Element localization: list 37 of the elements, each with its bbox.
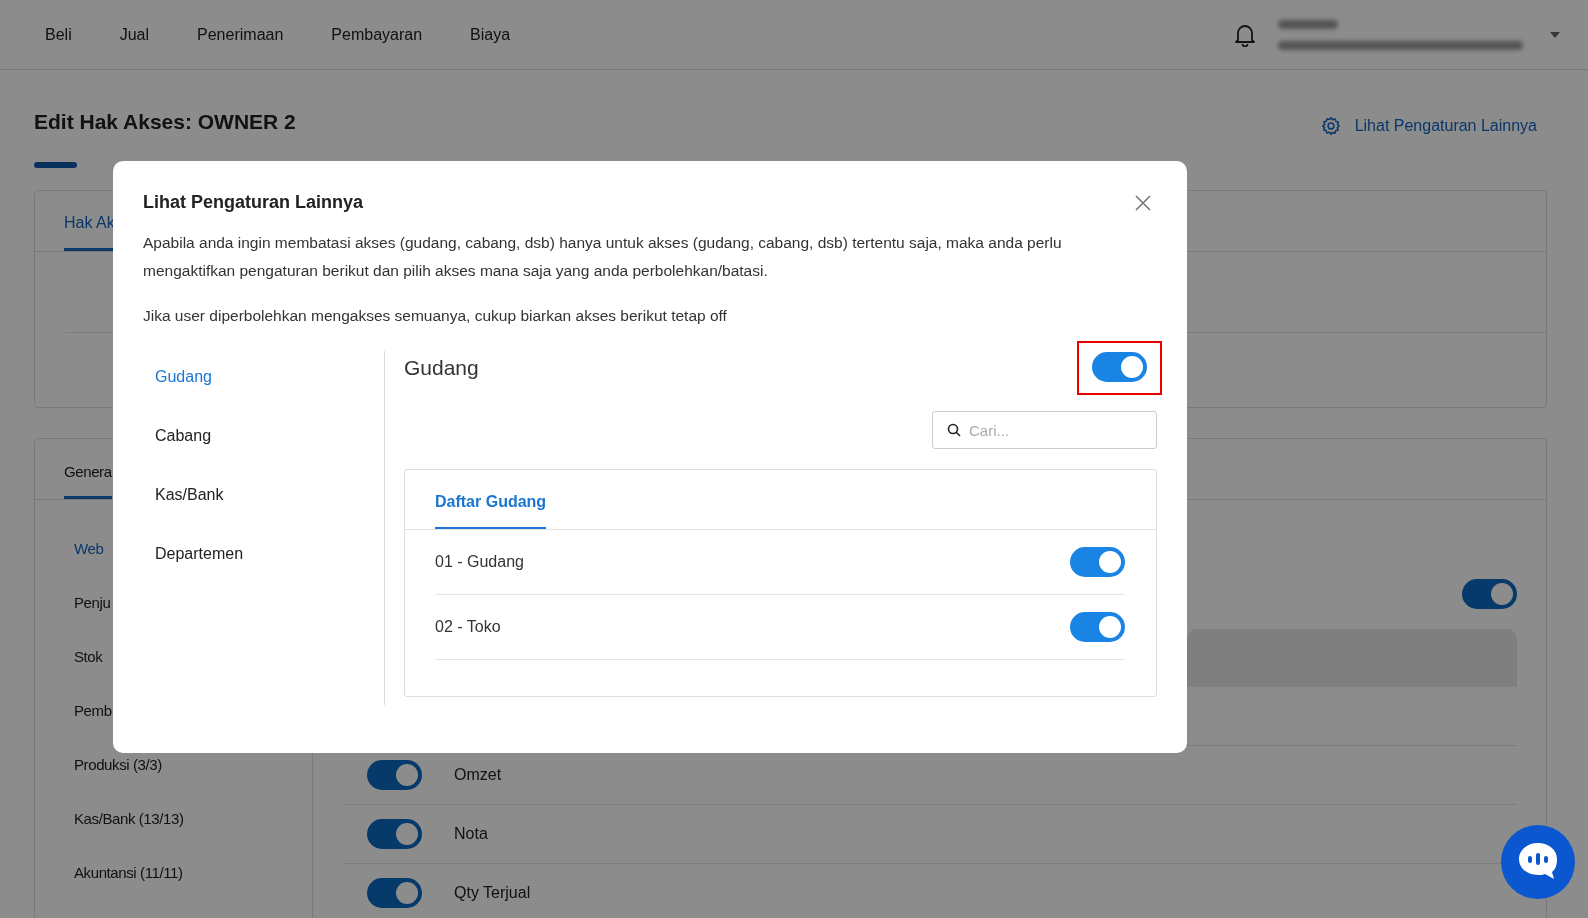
sidebar-item[interactable]: Kas/Bank (13/13) [74,808,312,830]
menu-item[interactable]: Kas/Bank [155,484,384,506]
permission-label: Qty Terjual [454,884,531,902]
toggle-switch[interactable] [367,760,422,790]
dialog-title: Lihat Pengaturan Lainnya [143,192,364,213]
sidebar-item[interactable]: Produksi (3/3) [74,754,312,776]
nav-link[interactable]: Biaya [470,25,511,44]
close-icon[interactable] [1133,192,1153,213]
dialog-description: Apabila anda ingin membatasi akses (gudang, cabang, dsb) hanya untuk akses (gudang, cabang, dsb) tertentu saja, maka anda perlu mengaktifkan pengaturan berikut dan pilih akses mana saja yang anda perbolehkan/batasi. [143,233,1063,281]
menu-item[interactable]: Cabang [155,425,384,447]
gear-icon [1320,116,1341,136]
bell-icon[interactable] [1234,22,1256,47]
dialog-note: Jika user diperbolehkan mengakses semuanya, cukup biarkan akses berikut tetap off [143,306,728,326]
toggle-switch[interactable] [1462,579,1517,609]
permission-label: Omzet [454,766,502,784]
search-field[interactable]: Cari... [932,411,1157,449]
search-icon [947,423,961,437]
toggle-switch[interactable] [1070,612,1125,642]
tab[interactable]: Daftar Gudang [435,493,547,529]
nav-link[interactable]: Jual [119,25,150,44]
warehouse-name: 01 - Gudang [435,553,524,571]
sidebar-item[interactable]: Akuntansi (11/11) [74,862,312,884]
menu-item[interactable]: Departemen [155,543,384,565]
toggle-switch[interactable] [1070,547,1125,577]
menu-item[interactable]: Gudang [155,366,384,388]
page-title: Edit Hak Akses: OWNER 2 [34,110,296,134]
nav-link[interactable]: Penerimaan [197,25,284,44]
caret-icon[interactable] [1550,31,1560,38]
toggle-switch[interactable] [367,878,422,908]
toggle-switch[interactable] [367,819,422,849]
settings-link[interactable]: Lihat Pengaturan Lainnya [1320,116,1537,136]
warehouse-name: 02 - Toko [435,618,501,636]
nav-link[interactable]: Beli [45,25,72,44]
nav-link[interactable]: Pembayaran [331,25,423,44]
permission-label: Nota [454,825,488,843]
section-title: Gudang [404,356,479,380]
toggle-switch[interactable] [1092,352,1147,382]
